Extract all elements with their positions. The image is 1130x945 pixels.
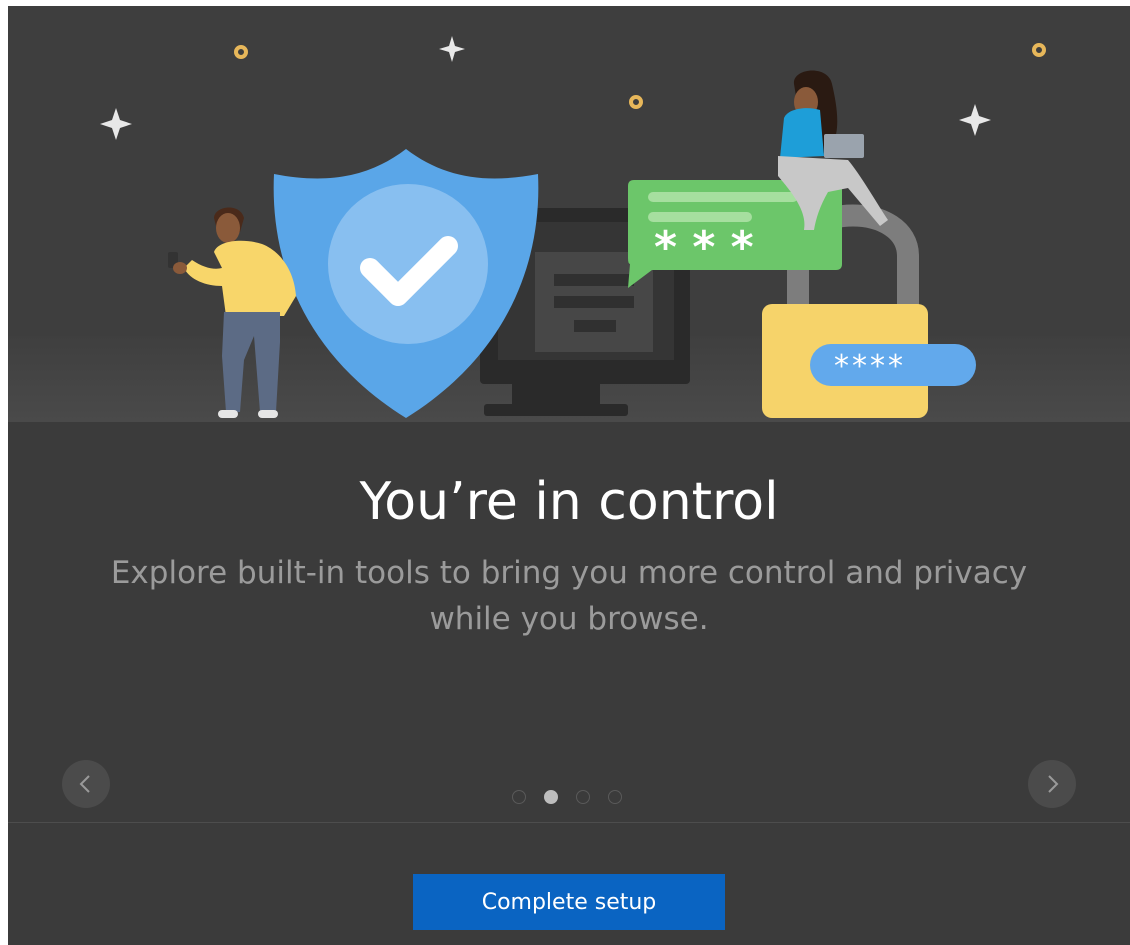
content-area: You’re in control Explore built-in tools… <box>8 422 1130 822</box>
next-button[interactable] <box>1028 760 1076 808</box>
pin-tag: **** <box>810 344 976 386</box>
previous-button[interactable] <box>62 760 110 808</box>
pin-mask-text: **** <box>834 349 906 384</box>
page-dot-4[interactable] <box>608 790 622 804</box>
chevron-right-icon <box>1048 775 1059 793</box>
page-dot-2[interactable] <box>544 790 558 804</box>
carousel-page-indicator <box>512 790 632 806</box>
privacy-illustration: * * * **** <box>8 6 1130 422</box>
setup-dialog: * * * **** You’re in control Explore bui… <box>8 6 1130 945</box>
page-description: Explore built-in tools to bring you more… <box>110 555 1028 637</box>
chevron-left-icon <box>79 775 90 793</box>
footer: Complete setup <box>8 823 1130 945</box>
page-title: You’re in control <box>359 472 779 532</box>
page-dot-3[interactable] <box>576 790 590 804</box>
page-dot-1[interactable] <box>512 790 526 804</box>
password-mask-text: * * * <box>654 222 754 273</box>
complete-setup-button[interactable]: Complete setup <box>413 874 725 930</box>
